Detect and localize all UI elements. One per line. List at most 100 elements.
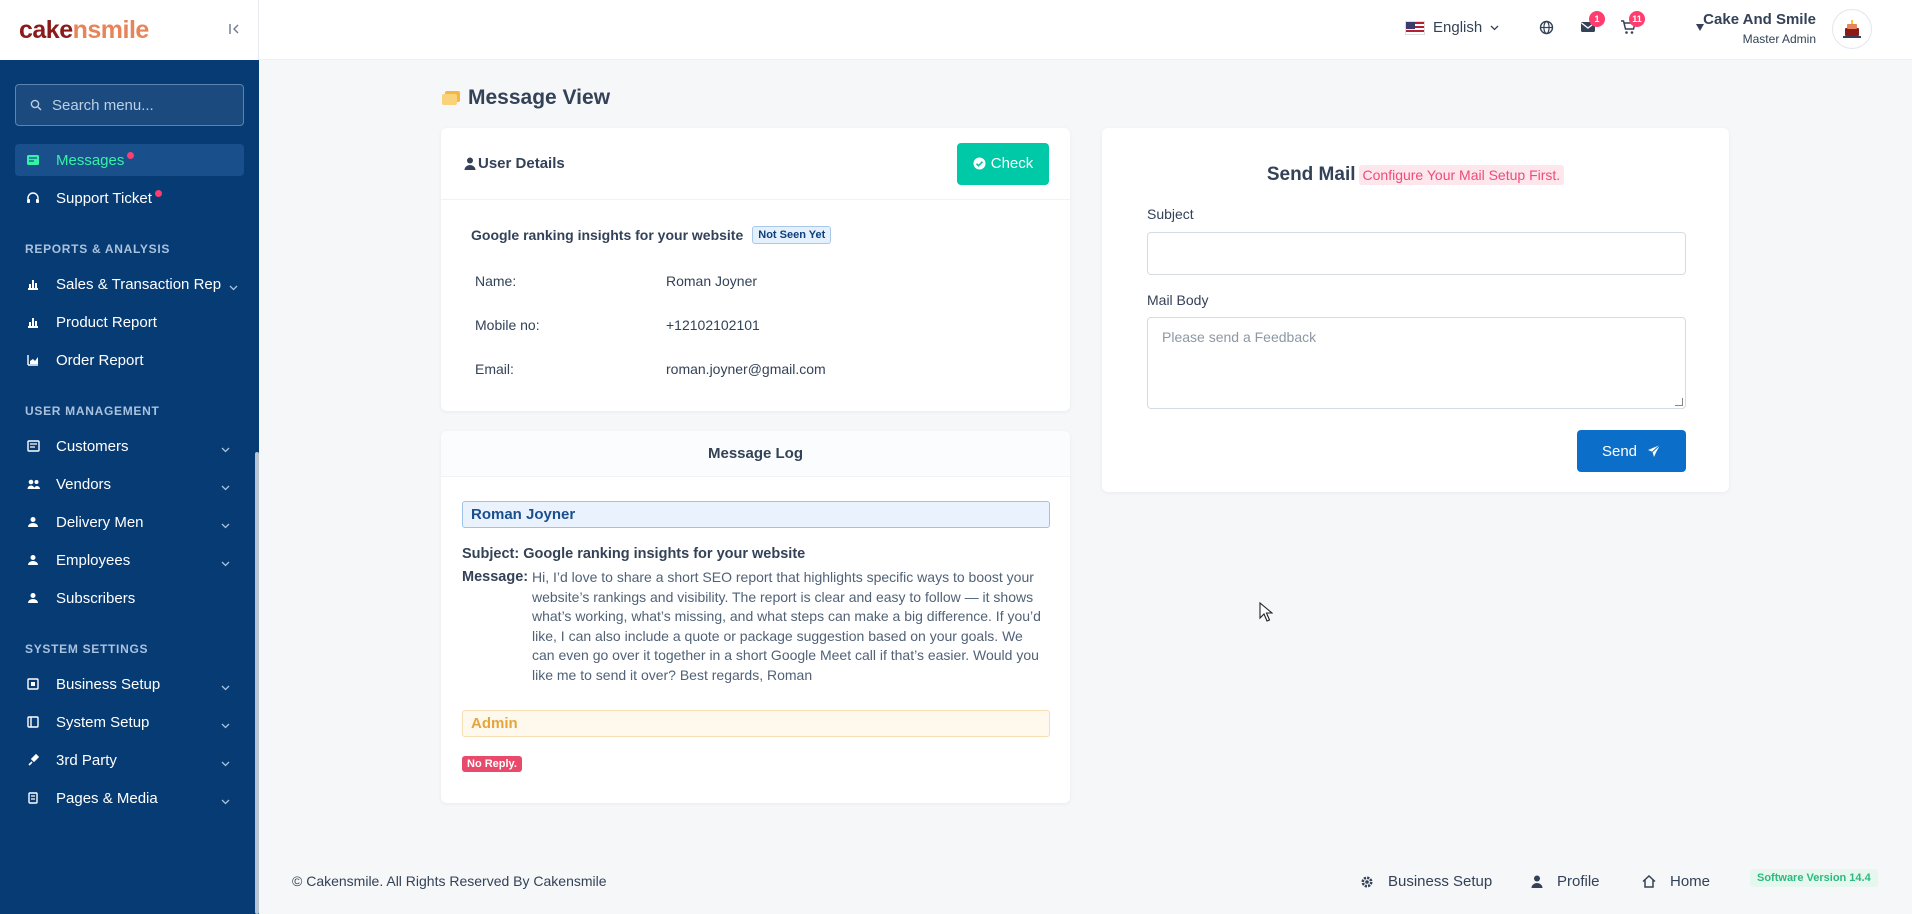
messages-folder-icon: [442, 91, 460, 105]
mouse-cursor-icon: [1259, 602, 1273, 622]
send-mail-card: Send Mail Configure Your Mail Setup Firs…: [1102, 128, 1729, 492]
chevron-down-icon: [221, 754, 230, 771]
user-icon: [25, 590, 41, 606]
collapse-sidebar-icon[interactable]: [228, 22, 240, 39]
sidebar-item-label: 3rd Party: [56, 751, 117, 769]
sidebar-item-pages-media[interactable]: Pages & Media: [15, 782, 244, 814]
mail-body-label: Mail Body: [1147, 292, 1209, 308]
sidebar-scrollbar[interactable]: [255, 452, 259, 914]
detail-value: +12102102101: [666, 317, 760, 333]
messages-badge: 1: [1589, 11, 1605, 27]
sidebar-item-order-report[interactable]: Order Report: [15, 344, 244, 376]
sidebar-item-support-ticket[interactable]: Support Ticket: [15, 182, 244, 214]
footer-link-label: Profile: [1557, 873, 1600, 890]
detail-key: Email:: [475, 361, 514, 377]
page-title-text: Message View: [468, 86, 611, 109]
sidebar-search[interactable]: Search menu...: [15, 84, 244, 126]
sidebar-item-messages[interactable]: Messages: [15, 144, 244, 176]
chart-area-icon: [25, 352, 41, 368]
sidebar-item-vendors[interactable]: Vendors: [15, 468, 244, 500]
log-subject-text: Google ranking insights for your website: [523, 546, 806, 562]
sidebar-item-label: Order Report: [56, 351, 144, 369]
footer-link-home[interactable]: Home: [1642, 873, 1710, 890]
bar-chart-icon: [25, 314, 41, 330]
sidebar: cakensmile Search menu... Messages Suppo…: [0, 0, 259, 914]
detail-value: Roman Joyner: [666, 273, 758, 289]
chevron-down-icon: [221, 792, 230, 809]
user-role: Master Admin: [1742, 32, 1816, 46]
chevron-down-icon: [221, 440, 230, 457]
send-button[interactable]: Send: [1577, 430, 1686, 472]
customers-icon: [25, 438, 41, 454]
sidebar-item-label: Messages: [56, 151, 125, 169]
sidebar-item-3rd-party[interactable]: 3rd Party: [15, 744, 244, 776]
user-icon: [464, 157, 476, 170]
user-details-title: User Details: [464, 155, 565, 172]
send-mail-heading: Send Mail: [1266, 164, 1356, 185]
detail-row-name: Name: Roman Joyner: [475, 273, 757, 289]
search-icon: [30, 99, 42, 111]
subject-input[interactable]: [1147, 232, 1686, 275]
message-icon: [25, 152, 41, 168]
logo-part1: cake: [19, 15, 73, 44]
top-header: English 1 11 Cake And Smile Master Admin: [259, 0, 1912, 60]
sidebar-item-label: Product Report: [56, 313, 157, 331]
vendors-icon: [25, 476, 41, 492]
pages-icon: [25, 790, 41, 806]
bar-chart-icon: [25, 276, 41, 292]
sidebar-item-delivery-men[interactable]: Delivery Men: [15, 506, 244, 538]
user-icon: [25, 514, 41, 530]
resize-handle[interactable]: [1675, 398, 1683, 406]
detail-value: roman.joyner@gmail.com: [666, 361, 826, 377]
chevron-down-icon: [221, 716, 230, 733]
sidebar-item-label: Customers: [56, 437, 129, 455]
sidebar-item-customers[interactable]: Customers: [15, 430, 244, 462]
mail-setup-warning[interactable]: Configure Your Mail Setup First.: [1358, 165, 1565, 185]
detail-key: Mobile no:: [475, 317, 540, 333]
detail-row-email: Email: roman.joyner@gmail.com: [475, 361, 826, 377]
sidebar-item-system-setup[interactable]: System Setup: [15, 706, 244, 738]
sidebar-item-label: Support Ticket: [56, 189, 152, 207]
subject-label: Subject: [1147, 206, 1194, 222]
message-log-header: Message Log: [441, 431, 1070, 477]
sidebar-item-sales-transaction[interactable]: Sales & Transaction Rep: [15, 268, 244, 300]
sidebar-item-label: Business Setup: [56, 675, 161, 693]
footer: © Cakensmile. All Rights Reserved By Cak…: [259, 860, 1912, 914]
avatar[interactable]: [1832, 9, 1872, 49]
messages-icon[interactable]: 1: [1580, 11, 1605, 38]
footer-link-business-setup[interactable]: Business Setup: [1360, 873, 1492, 890]
status-badge: Not Seen Yet: [752, 226, 832, 244]
chevron-down-icon: [229, 278, 238, 295]
sidebar-item-label: Sales & Transaction Rep: [56, 275, 222, 293]
home-icon: [1642, 875, 1656, 888]
sidebar-item-label: System Setup: [56, 713, 150, 731]
user-info[interactable]: Cake And Smile Master Admin: [1696, 11, 1816, 46]
log-message-body: Hi, I’d love to share a short SEO report…: [532, 569, 1041, 683]
log-subject-label: Subject:: [462, 546, 520, 562]
sidebar-item-subscribers[interactable]: Subscribers: [15, 582, 244, 614]
new-dot: [127, 151, 135, 159]
business-icon: [25, 676, 41, 692]
sidebar-item-employees[interactable]: Employees: [15, 544, 244, 576]
sidebar-item-product-report[interactable]: Product Report: [15, 306, 244, 338]
logo[interactable]: cakensmile: [19, 16, 149, 45]
check-button[interactable]: Check: [957, 142, 1049, 185]
sidebar-item-label: Employees: [56, 551, 131, 569]
chevron-down-icon: [221, 554, 230, 571]
mail-body-placeholder: Please send a Feedback: [1162, 329, 1317, 345]
user-details-card: User Details Check Google ranking insigh…: [441, 128, 1070, 411]
reply-from-bar: Admin: [462, 710, 1050, 737]
search-placeholder: Search menu...: [52, 96, 154, 114]
globe-icon[interactable]: [1539, 20, 1554, 39]
sidebar-item-business-setup[interactable]: Business Setup: [15, 668, 244, 700]
headset-icon: [25, 190, 41, 206]
mail-body-textarea[interactable]: Please send a Feedback: [1147, 317, 1686, 409]
footer-link-profile[interactable]: Profile: [1531, 873, 1600, 890]
cart-icon[interactable]: 11: [1620, 11, 1645, 39]
message-subject: Google ranking insights for your website: [471, 227, 744, 243]
message-log-card: Message Log Roman Joyner Subject: Google…: [441, 431, 1070, 803]
language-selector[interactable]: English: [1405, 19, 1499, 36]
section-title-user-management: USER MANAGEMENT: [25, 404, 160, 418]
chevron-down-icon: [1490, 25, 1499, 30]
cart-badge: 11: [1629, 11, 1645, 27]
